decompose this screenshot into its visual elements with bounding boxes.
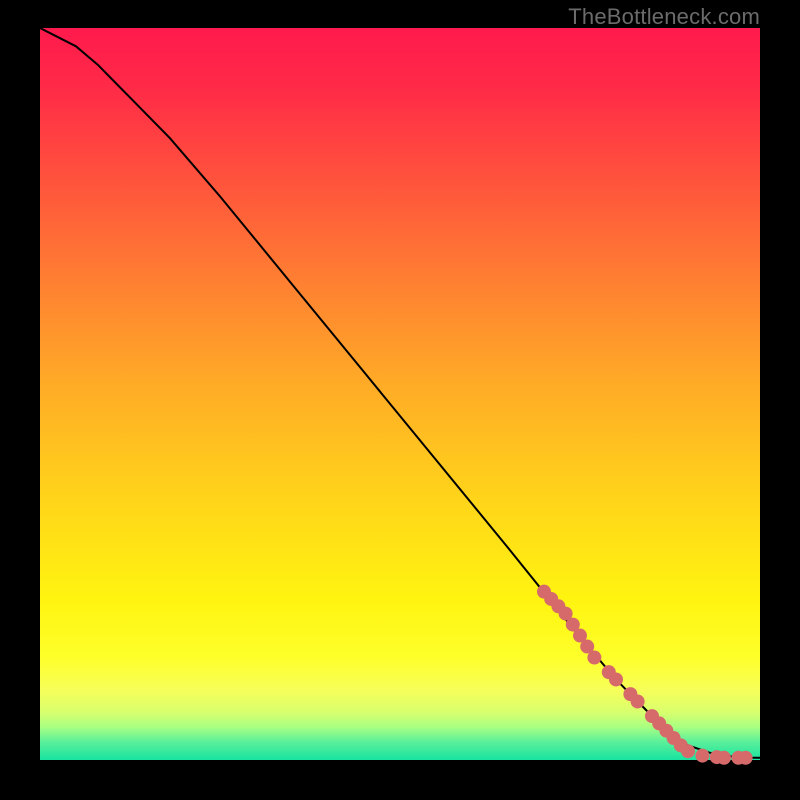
watermark-text: TheBottleneck.com: [568, 4, 760, 30]
highlight-points-group: [537, 585, 753, 765]
chart-svg: [40, 28, 760, 760]
highlight-point: [681, 744, 695, 758]
highlight-point: [631, 694, 645, 708]
highlight-point: [739, 751, 753, 765]
chart-frame: TheBottleneck.com: [0, 0, 800, 800]
bottleneck-curve: [40, 28, 760, 758]
highlight-point: [609, 672, 623, 686]
highlight-point: [717, 751, 731, 765]
highlight-point: [695, 749, 709, 763]
plot-area: [40, 28, 760, 760]
highlight-point: [587, 651, 601, 665]
